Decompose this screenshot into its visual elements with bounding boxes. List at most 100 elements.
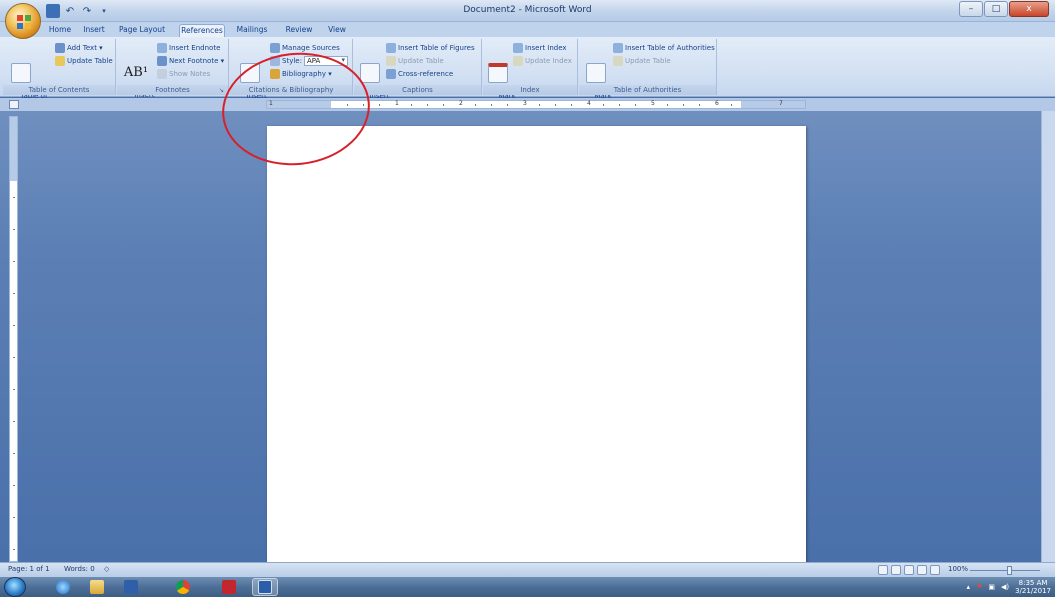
document-page[interactable] (267, 126, 806, 562)
style-label: Style: (282, 57, 302, 65)
print-layout-view-icon[interactable] (878, 565, 888, 575)
manage-sources-button[interactable]: Manage Sources (270, 43, 340, 53)
update-table-button[interactable]: Update Table (55, 56, 113, 66)
acrobat-taskbar-button[interactable] (216, 578, 242, 596)
media-player-taskbar-button[interactable] (118, 578, 144, 596)
draft-view-icon[interactable] (930, 565, 940, 575)
tab-page-layout[interactable]: Page Layout (118, 24, 166, 37)
footnotes-dialog-launcher-icon[interactable]: ↘ (219, 87, 226, 94)
ruler-left-margin (267, 101, 331, 108)
internet-explorer-taskbar-button[interactable] (50, 578, 76, 596)
style-dropdown[interactable]: Style: APA (270, 56, 348, 66)
folder-icon (90, 580, 104, 594)
office-button[interactable] (5, 3, 41, 39)
ruler-tick (13, 293, 15, 294)
captions-update-table-icon (386, 56, 396, 66)
word-taskbar-button[interactable] (252, 578, 278, 596)
table-of-contents-icon (11, 63, 31, 83)
style-select[interactable]: APA (303, 56, 348, 66)
show-notes-label: Show Notes (169, 70, 211, 78)
zoom-slider[interactable] (970, 570, 1040, 571)
ruler-tick (13, 229, 15, 230)
ruler-tick (667, 104, 668, 106)
insert-index-button[interactable]: Insert Index (513, 43, 567, 53)
ruler-tick (13, 261, 15, 262)
ruler-number: 2 (459, 100, 463, 107)
group-citations-bibliography: Insert Citation ▾ Manage Sources Style: … (230, 39, 353, 108)
authorities-update-table-button[interactable]: Update Table (613, 56, 671, 66)
network-icon[interactable]: ▣ (988, 583, 995, 591)
insert-table-of-figures-label: Insert Table of Figures (398, 44, 475, 52)
insert-citation-icon (240, 63, 260, 83)
ruler-tick (411, 104, 412, 106)
ruler-tick (13, 389, 15, 390)
update-index-button[interactable]: Update Index (513, 56, 572, 66)
document-workspace (0, 111, 1055, 562)
captions-update-table-button[interactable]: Update Table (386, 56, 444, 66)
insert-table-of-authorities-button[interactable]: Insert Table of Authorities (613, 43, 715, 53)
window-title: Document2 - Microsoft Word (463, 5, 592, 15)
ruler-number: 4 (587, 100, 591, 107)
vertical-ruler[interactable] (9, 116, 18, 562)
ruler-toggle-button[interactable] (9, 100, 19, 109)
zoom-slider-thumb[interactable] (1007, 566, 1012, 575)
ruler-tick (731, 104, 732, 106)
clock[interactable]: 8:35 AM 3/21/2017 (1015, 579, 1051, 595)
zoom-level[interactable]: 100% (948, 565, 968, 573)
chrome-taskbar-button[interactable] (170, 578, 196, 596)
ruler-tick (491, 104, 492, 106)
maximize-button[interactable]: □ (984, 1, 1008, 17)
clock-time: 8:35 AM (1018, 579, 1048, 587)
horizontal-ruler[interactable]: 1 1 2 3 4 5 6 7 (266, 100, 806, 109)
tab-references[interactable]: References (179, 24, 225, 37)
insert-table-of-figures-button[interactable]: Insert Table of Figures (386, 43, 475, 53)
ruler-tick (539, 104, 540, 106)
insert-endnote-button[interactable]: Insert Endnote (157, 43, 220, 53)
minimize-button[interactable]: – (959, 1, 983, 17)
authorities-update-table-label: Update Table (625, 57, 671, 65)
ruler-tick (13, 517, 15, 518)
word-icon (258, 580, 272, 594)
ruler-number: 5 (651, 100, 655, 107)
add-text-icon (55, 43, 65, 53)
insert-footnote-icon: AB¹ (123, 65, 149, 80)
show-hidden-icons-icon[interactable]: ▴ (967, 583, 971, 591)
cross-reference-button[interactable]: Cross-reference (386, 69, 453, 79)
close-button[interactable]: x (1009, 1, 1049, 17)
tab-review[interactable]: Review (284, 24, 314, 37)
insert-table-of-figures-icon (386, 43, 396, 53)
insert-caption-icon (360, 63, 380, 83)
insert-table-of-authorities-label: Insert Table of Authorities (625, 44, 715, 52)
ruler-tick (13, 357, 15, 358)
group-label-footnotes: Footnotes (117, 85, 228, 95)
proofing-icon[interactable]: ◇ (104, 565, 109, 573)
volume-icon[interactable]: ◀) (1001, 583, 1009, 591)
ruler-tick (13, 549, 15, 550)
tab-home[interactable]: Home (46, 24, 74, 37)
bibliography-label: Bibliography ▾ (282, 70, 332, 78)
vruler-top-margin (10, 117, 17, 181)
tab-insert[interactable]: Insert (80, 24, 108, 37)
tab-view[interactable]: View (325, 24, 349, 37)
tab-mailings[interactable]: Mailings (234, 24, 270, 37)
file-explorer-taskbar-button[interactable] (84, 578, 110, 596)
captions-update-table-label: Update Table (398, 57, 444, 65)
bibliography-button[interactable]: Bibliography ▾ (270, 69, 332, 79)
show-notes-button[interactable]: Show Notes (157, 69, 210, 79)
full-screen-reading-view-icon[interactable] (891, 565, 901, 575)
word-count-status[interactable]: Words: 0 (64, 565, 95, 573)
page-count-status[interactable]: Page: 1 of 1 (8, 565, 50, 573)
next-footnote-button[interactable]: Next Footnote ▾ (157, 56, 224, 66)
ruler-tick (475, 104, 476, 106)
media-player-icon (124, 580, 138, 594)
acrobat-icon (222, 580, 236, 594)
mark-entry-icon (488, 63, 508, 83)
add-text-button[interactable]: Add Text ▾ (55, 43, 103, 53)
ruler-tick (443, 104, 444, 106)
ruler-tick (699, 104, 700, 106)
action-center-flag-icon[interactable]: ⚑ (976, 583, 982, 591)
web-layout-view-icon[interactable] (904, 565, 914, 575)
outline-view-icon[interactable] (917, 565, 927, 575)
start-button[interactable] (4, 577, 26, 597)
vertical-scrollbar[interactable] (1041, 111, 1055, 562)
